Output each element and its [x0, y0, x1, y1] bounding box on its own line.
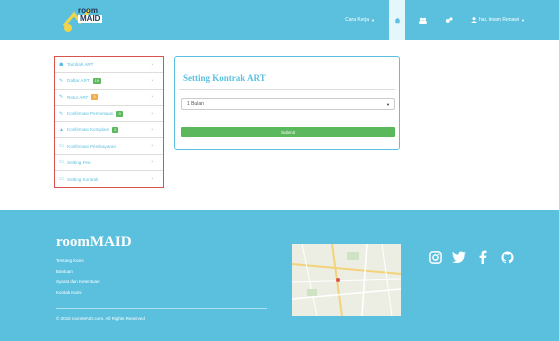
card-icon: ▭	[59, 159, 64, 166]
divider	[179, 89, 395, 90]
chevron-right-icon: ›	[151, 110, 153, 117]
logo[interactable]: room MAID	[60, 4, 112, 36]
card-icon: ▭	[59, 176, 64, 183]
nav-users[interactable]	[415, 0, 431, 40]
submit-button[interactable]: Submit	[181, 127, 395, 137]
nav-right: Cara Kerja ▼ hai, Imam Renawi ▼	[341, 0, 529, 40]
panel-title: Setting Kontrak ART	[183, 73, 266, 83]
person-icon: ☗	[59, 61, 64, 68]
sidebar-item-tambah-art[interactable]: ☗ Tambah ART ›	[55, 57, 163, 74]
chevron-right-icon: ›	[151, 176, 153, 183]
select-value: 1 Bulan	[187, 101, 204, 107]
map-embed[interactable]	[292, 244, 401, 316]
map-pin-icon	[336, 278, 340, 282]
caret-down-icon: ▼	[371, 17, 376, 23]
nav-cara-kerja-label: Cara Kerja	[345, 17, 370, 23]
chevron-right-icon: ›	[151, 143, 153, 150]
count-badge: 0	[116, 110, 123, 117]
user-label: hai, Imam Renawi	[479, 17, 520, 23]
sidebar: ☗ Tambah ART › ✎ Daftar ART 19 › ✎ Retur…	[54, 56, 164, 189]
caret-down-icon: ▼	[521, 17, 525, 23]
contract-duration-select[interactable]: 1 Bulan ▼	[181, 98, 395, 110]
sidebar-item-setting-kontrak[interactable]: ▭ Setting Kontrak ›	[55, 171, 163, 187]
instagram-icon[interactable]	[428, 250, 442, 264]
user-icon	[471, 17, 478, 23]
sidebar-item-label: Konfirmasi Pembayaran	[67, 143, 117, 149]
nav-home[interactable]	[389, 0, 406, 40]
footer-link-syarat[interactable]: Syarat dan Ketentuan	[56, 277, 100, 288]
logo-text: room MAID	[78, 7, 103, 23]
count-badge: 2	[112, 126, 119, 133]
edit-icon: ✎	[59, 94, 64, 101]
sidebar-item-label: Retur ART	[67, 94, 89, 100]
footer-copyright: © 2016 roomMAID.com. All Rights Reserved	[56, 316, 145, 321]
footer-link-tentang[interactable]: Tentang Kami	[56, 256, 100, 267]
chevron-right-icon: ›	[151, 126, 153, 133]
edit-icon: ✎	[59, 110, 64, 117]
chevron-right-icon: ›	[151, 159, 153, 166]
social-links	[428, 250, 514, 264]
sidebar-item-konfirmasi-pembayaran[interactable]: ▭ Konfirmasi Pembayaran ›	[55, 138, 163, 155]
sidebar-item-label: Tambah ART	[67, 62, 94, 68]
sidebar-item-konfirmasi-permintaan[interactable]: ✎ Konfirmasi Permintaan 0 ›	[55, 106, 163, 123]
chevron-right-icon: ›	[151, 61, 153, 68]
warning-icon: ▲	[59, 126, 64, 133]
count-badge: 3	[91, 94, 98, 101]
chevron-right-icon: ›	[151, 77, 153, 84]
count-badge: 19	[92, 77, 102, 84]
sidebar-item-daftar-art[interactable]: ✎ Daftar ART 19 ›	[55, 73, 163, 90]
nav-cara-kerja[interactable]: Cara Kerja ▼	[341, 0, 379, 40]
home-icon	[394, 17, 400, 23]
map-image	[292, 244, 401, 316]
footer-brand: roomMAID	[56, 234, 132, 250]
footer-link-kontak[interactable]: Kontak Kami	[56, 288, 100, 299]
sidebar-item-konfirmasi-komplain[interactable]: ▲ Konfirmasi Komplain 2 ›	[55, 122, 163, 139]
sidebar-item-retur-art[interactable]: ✎ Retur ART 3 ›	[55, 90, 163, 106]
settings-panel: Setting Kontrak ART 1 Bulan ▼ Submit	[174, 56, 400, 150]
sidebar-item-label: Konfirmasi Komplain	[67, 127, 110, 133]
twitter-icon[interactable]	[452, 250, 466, 264]
logo-line2: MAID	[78, 14, 103, 23]
footer: roomMAID Tentang Kami Bantuan Syarat dan…	[0, 210, 559, 341]
github-icon[interactable]	[500, 250, 514, 264]
card-icon: ▭	[59, 143, 64, 150]
chevron-right-icon: ›	[151, 94, 153, 101]
sidebar-item-setting-fee[interactable]: ▭ Setting Fee ›	[55, 155, 163, 172]
footer-divider	[56, 308, 267, 309]
footer-link-bantuan[interactable]: Bantuan	[56, 267, 100, 278]
users-icon	[419, 17, 427, 24]
sidebar-item-label: Setting Kontrak	[67, 176, 99, 182]
navbar: room MAID Cara Kerja ▼ hai, Imam Renawi …	[0, 0, 559, 40]
sidebar-item-label: Konfirmasi Permintaan	[67, 111, 114, 117]
footer-links: Tentang Kami Bantuan Syarat dan Ketentua…	[56, 256, 100, 298]
sidebar-item-label: Setting Fee	[67, 159, 91, 165]
edit-icon: ✎	[59, 77, 64, 84]
gears-icon	[445, 16, 453, 23]
caret-down-icon: ▼	[386, 101, 390, 107]
nav-settings[interactable]	[441, 0, 457, 40]
nav-user-menu[interactable]: hai, Imam Renawi ▼	[467, 0, 529, 40]
sidebar-item-label: Daftar ART	[67, 78, 90, 84]
facebook-icon[interactable]	[476, 250, 490, 264]
